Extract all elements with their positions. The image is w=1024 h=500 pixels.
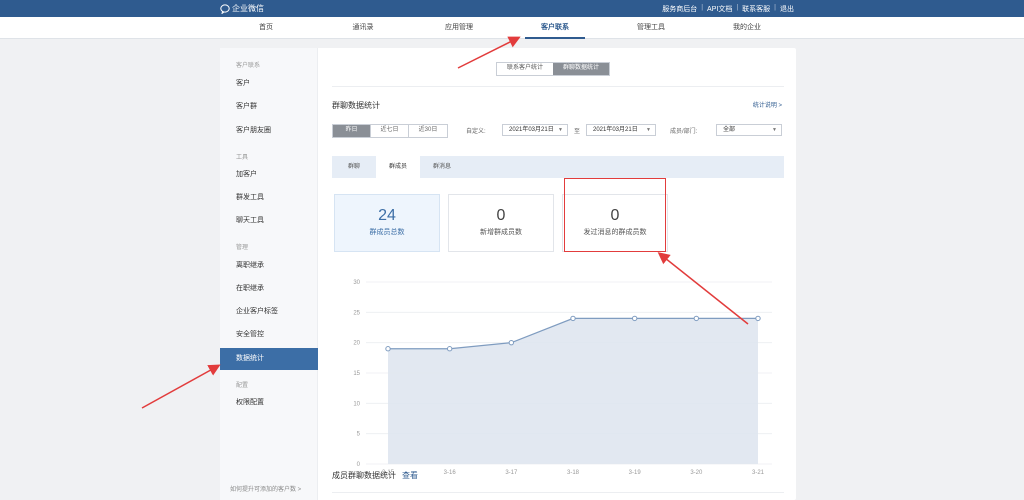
date-7days-button[interactable]: 近七日 (371, 125, 409, 137)
stat-card-new-members: 0 新增群成员数 (448, 194, 554, 252)
member-filter-label: 成员/部门: (670, 129, 698, 135)
sidebar-item-customer-tags[interactable]: 企业客户标签 (220, 301, 318, 323)
top-links: 服务商后台 | API文档 | 联系客服 | 退出 (658, 4, 798, 14)
nav-management-tools[interactable]: 管理工具 (621, 17, 681, 39)
data-point (508, 339, 515, 346)
data-point (631, 315, 638, 322)
sidebar-group-title: 配置 (236, 383, 249, 389)
to-label: 至 (574, 129, 581, 135)
data-point (446, 346, 453, 352)
sidebar-item-chat-tools[interactable]: 聊天工具 (220, 210, 318, 232)
separator: | (736, 4, 739, 11)
main-nav: 首页 通讯录 应用管理 客户联系 管理工具 我的企业 (0, 17, 1024, 39)
sidebar-item-security[interactable]: 安全管控 (220, 324, 318, 346)
data-point (570, 315, 576, 322)
tab-group-messages[interactable]: 群消息 (420, 156, 464, 178)
top-bar: 企业微信 服务商后台 | API文档 | 联系客服 | 退出 (0, 0, 1024, 17)
divider (332, 86, 784, 87)
sidebar-group-title: 工具 (236, 155, 249, 161)
member-group-stats-label: 成员群聊数据统计 (332, 471, 396, 480)
sidebar-item-permissions[interactable]: 权限配置 (220, 392, 318, 414)
sidebar-item-customer-groups[interactable]: 客户群 (220, 96, 318, 118)
y-tick-label: 5 (357, 432, 361, 438)
service-provider-link[interactable]: 服务商后台 (658, 4, 701, 14)
tab-contact-stats[interactable]: 联系客户统计 (497, 63, 554, 75)
start-date-select[interactable]: 2021年03月21日 ▼ (502, 124, 568, 136)
sidebar-group-title: 客户联系 (236, 63, 261, 69)
members-chart: 0510152025303-15 3-16 3-17 3-18 3-19 3-20 3-21 (353, 280, 772, 476)
y-tick-label: 30 (353, 280, 360, 286)
sub-tabs: 群聊 群成员 群消息 (332, 156, 784, 178)
contact-support-link[interactable]: 联系客服 (738, 4, 774, 14)
wecom-logo-icon (220, 3, 230, 14)
nav-customer-contact[interactable]: 客户联系 (525, 17, 585, 39)
y-tick-label: 15 (353, 371, 360, 377)
sidebar-item-data-statistics[interactable]: 数据统计 (220, 348, 318, 370)
y-tick-label: 20 (353, 341, 360, 347)
x-tick-label: 3-19 (629, 470, 642, 476)
caret-down-icon: ▼ (646, 127, 651, 133)
data-point (755, 315, 761, 322)
logo[interactable]: 企业微信 (220, 3, 264, 14)
main-panel: 客户联系 客户 客户群 客户朋友圈 工具 加客户 群发工具 聊天工具 管理 离职… (220, 48, 796, 500)
separator: | (774, 4, 776, 11)
member-value: 全部 (723, 127, 736, 133)
nav-my-enterprise[interactable]: 我的企业 (717, 17, 777, 39)
date-yesterday-button[interactable]: 昨日 (333, 125, 371, 137)
stats-type-switch: 联系客户统计 群聊数据统计 (496, 62, 611, 76)
y-tick-label: 0 (357, 462, 361, 468)
separator: | (701, 4, 704, 11)
nav-app-management[interactable]: 应用管理 (429, 17, 489, 39)
sidebar-group-title: 管理 (236, 245, 249, 251)
sidebar-item-moments[interactable]: 客户朋友圈 (220, 120, 318, 142)
x-tick-label: 3-16 (444, 470, 457, 476)
date-range-buttons: 昨日 近七日 近30日 (332, 124, 448, 138)
data-point (385, 346, 391, 352)
end-date-select[interactable]: 2021年03月21日 ▼ (586, 124, 656, 136)
stat-caption: 群成员总数 (369, 229, 405, 236)
nav-home[interactable]: 首页 (236, 17, 296, 39)
stats-help-link[interactable]: 统计说明 > (753, 100, 782, 109)
stat-value: 0 (496, 207, 506, 224)
sidebar-item-active-inheritance[interactable]: 在职继承 (220, 278, 318, 300)
member-group-stats-title: 成员群聊数据统计 查看 (332, 470, 418, 481)
stat-card-total-members: 24 群成员总数 (334, 194, 440, 252)
end-date-value: 2021年03月21日 (593, 127, 638, 133)
logo-text: 企业微信 (232, 4, 264, 13)
y-tick-label: 25 (353, 310, 360, 316)
data-point (693, 315, 700, 322)
arrow-to-sidebar (141, 364, 221, 409)
member-select[interactable]: 全部 ▼ (716, 124, 782, 136)
sidebar-item-customers[interactable]: 客户 (220, 73, 318, 95)
sidebar: 客户联系 客户 客户群 客户朋友圈 工具 加客户 群发工具 聊天工具 管理 离职… (220, 48, 318, 500)
annotation-highlight-box (564, 178, 666, 252)
y-tick-label: 10 (353, 401, 360, 407)
increase-limit-link[interactable]: 如何提升可添加的客户数 > (230, 484, 301, 493)
caret-down-icon: ▼ (558, 127, 563, 133)
x-tick-label: 3-17 (505, 470, 518, 476)
stat-value: 24 (378, 207, 396, 224)
area-fill (388, 318, 758, 464)
stat-caption: 新增群成员数 (480, 229, 522, 236)
x-tick-label: 3-21 (752, 470, 765, 476)
nav-contacts[interactable]: 通讯录 (333, 17, 393, 39)
content-area: 联系客户统计 群聊数据统计 群聊数据统计 统计说明 > 昨日 近七日 近30日 … (332, 48, 784, 500)
caret-down-icon: ▼ (772, 127, 777, 133)
api-docs-link[interactable]: API文档 (703, 4, 736, 14)
tab-group-chat-stats[interactable]: 群聊数据统计 (553, 63, 610, 75)
date-30days-button[interactable]: 近30日 (409, 125, 447, 137)
x-tick-label: 3-18 (567, 470, 580, 476)
view-link[interactable]: 查看 (402, 471, 418, 480)
sidebar-item-mass-send[interactable]: 群发工具 (220, 187, 318, 209)
custom-range-label: 自定义: (466, 129, 486, 135)
tab-group-members[interactable]: 群成员 (376, 156, 420, 178)
sidebar-item-add-customer[interactable]: 加客户 (220, 164, 318, 186)
start-date-value: 2021年03月21日 (509, 127, 554, 133)
tab-group-chat[interactable]: 群聊 (332, 156, 376, 178)
sidebar-item-resigned-inheritance[interactable]: 离职继承 (220, 255, 318, 277)
section-title: 群聊数据统计 (332, 101, 380, 110)
logout-link[interactable]: 退出 (776, 4, 798, 14)
x-tick-label: 3-20 (690, 470, 703, 476)
divider (332, 492, 784, 493)
